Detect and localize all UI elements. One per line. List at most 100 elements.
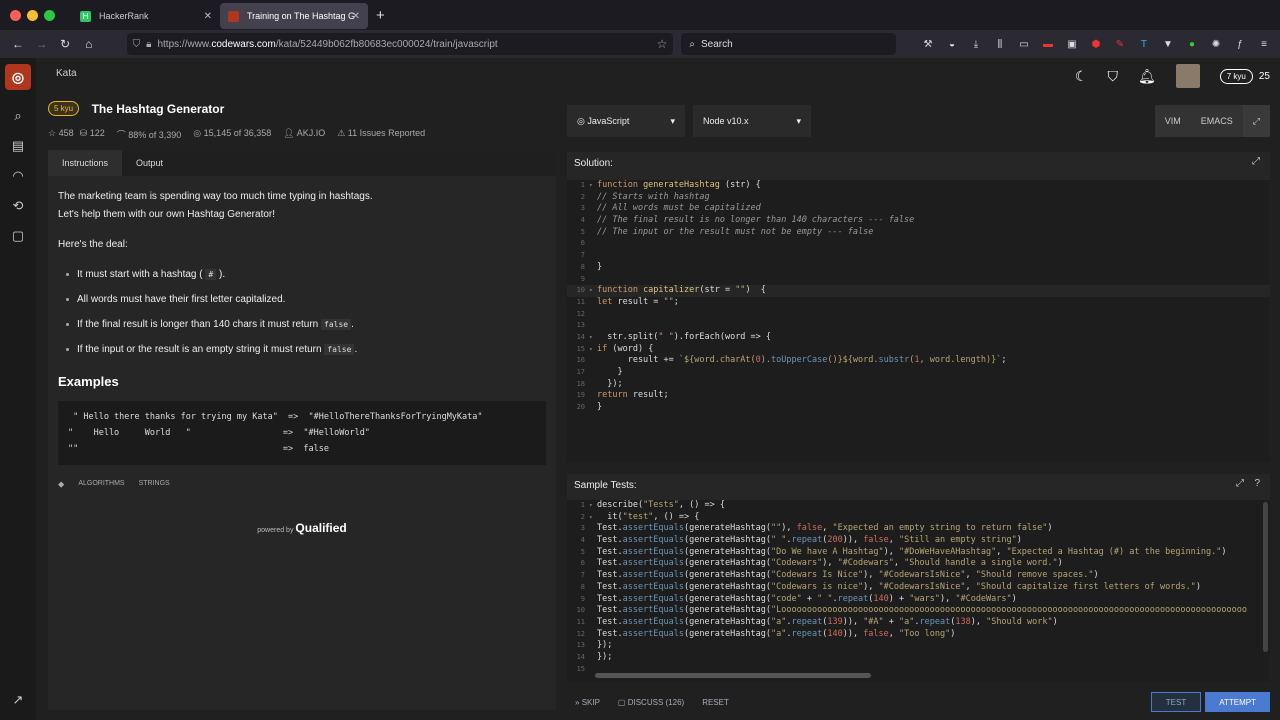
url-bar[interactable]: ⛉ 🔒︎ https://www.codewars.com/kata/52449… [126, 33, 674, 55]
extension-box-icon[interactable]: ▣ [1064, 39, 1080, 50]
tab-hackerrank[interactable]: H HackerRank ✕ [72, 3, 220, 29]
extension-fn-icon[interactable]: ƒ [1232, 39, 1248, 50]
lock-icon: 🔒︎ [146, 38, 152, 50]
back-icon[interactable]: ← [8, 34, 28, 54]
emacs-button[interactable]: EMACS [1191, 105, 1243, 137]
tab-bar: H HackerRank ✕ Training on The Hashtag G… [0, 0, 1280, 30]
maximize-window-button[interactable] [44, 9, 55, 21]
download-icon[interactable]: ⤓ [968, 39, 984, 50]
intro-text: The marketing team is spending way too m… [58, 191, 373, 220]
tab-output[interactable]: Output [122, 150, 177, 176]
extension-v-icon[interactable]: ▼ [1160, 39, 1176, 50]
tag-icon: ⬥ [58, 479, 65, 489]
rules-list: It must start with a hashtag ( # ). All … [58, 266, 546, 359]
browser-toolbar: ⚒ ◒ ⤓ ⫼ ▭ ▬ ▣ ⬢ ✎ T ▼ ● ✺ ƒ ≡ [920, 39, 1272, 50]
kyu-badge: 5 kyu [48, 101, 80, 117]
expand-icon[interactable]: ⤢ [1252, 156, 1260, 167]
runtime-select[interactable]: Node v10.x ▾ [693, 105, 811, 137]
tests-editor[interactable]: 1 ▾ describe("Tests", () => { 2 ▾ it("test"… [567, 500, 1270, 682]
chat-icon[interactable]: ▢ [8, 228, 28, 244]
home-icon[interactable]: ⌂ [79, 34, 99, 54]
menu-icon[interactable]: ≡ [1256, 39, 1272, 50]
app-topbar: Kata ☾ ⛉ 🔔︎ 7 kyu 25 [36, 58, 1280, 90]
kata-header: 5 kyu The Hashtag Generator ☆ 458 ⛁ 122 … [48, 100, 558, 141]
solution-panel: Solution: ⤢ 1 ▾ function generateHashtag (… [567, 152, 1270, 462]
search-input[interactable]: ⌕ Search [681, 33, 896, 55]
close-tab-icon[interactable]: ✕ [352, 11, 360, 22]
editor-selectors: ◎ JavaScript ▾ Node v10.x ▾ [567, 105, 811, 137]
topbar-actions: ☾ ⛉ 🔔︎ 7 kyu 25 [1075, 64, 1270, 88]
practice-icon[interactable]: ⟲ [8, 198, 28, 214]
reset-button[interactable]: RESET [702, 698, 729, 707]
tag-algorithms[interactable]: ALGORITHMS [78, 475, 124, 493]
skip-icon: » [575, 697, 580, 707]
examples-code: " Hello there thanks for trying my Kata"… [58, 401, 546, 465]
issues-stat[interactable]: ⚠ 11 Issues Reported [337, 128, 425, 141]
solution-editor[interactable]: 1 ▾ function generateHashtag (str) { 2 // … [567, 180, 1270, 462]
codewars-logo-icon[interactable]: ◎ [5, 64, 31, 90]
author-stat[interactable]: 👤︎ AKJ.IO [283, 128, 325, 141]
close-window-button[interactable] [10, 9, 21, 21]
extension-red-icon[interactable]: ▬ [1040, 39, 1056, 50]
sidebar-toggle-icon[interactable]: ▭ [1016, 39, 1032, 50]
honor-count: 25 [1258, 70, 1270, 82]
chevron-down-icon: ▾ [796, 115, 801, 126]
feed-icon[interactable]: ◠ [8, 168, 28, 184]
extension-green-icon[interactable]: ● [1184, 39, 1200, 50]
adblock-icon[interactable]: ⬢ [1088, 39, 1104, 50]
extension-t-icon[interactable]: T [1136, 39, 1152, 50]
satisfaction-stat: ⌒ 88% of 3,390 [116, 130, 182, 140]
horizontal-scrollbar[interactable] [595, 673, 871, 678]
breadcrumb[interactable]: Kata [56, 68, 77, 79]
window-controls [0, 9, 72, 21]
reload-icon[interactable]: ↻ [55, 34, 75, 54]
solution-label: Solution: [574, 158, 613, 169]
tab-instructions[interactable]: Instructions [48, 150, 123, 176]
minimize-window-button[interactable] [27, 9, 38, 21]
skip-button[interactable]: » SKIP [575, 698, 600, 707]
new-tab-icon[interactable]: + [376, 7, 385, 24]
forward-icon[interactable]: → [32, 34, 52, 54]
stars-stat[interactable]: ☆ 458 [48, 128, 74, 141]
language-select[interactable]: ◎ JavaScript ▾ [567, 105, 685, 137]
extension-gear-icon[interactable]: ✺ [1208, 39, 1224, 50]
moon-icon[interactable]: ☾ [1075, 68, 1088, 85]
book-icon[interactable]: ▤ [8, 138, 28, 154]
tag-strings[interactable]: STRINGS [139, 475, 170, 493]
attempt-button[interactable]: ATTEMPT [1205, 692, 1270, 712]
bell-icon[interactable]: 🔔︎ [1138, 68, 1156, 85]
vertical-scrollbar[interactable] [1263, 502, 1268, 652]
hackerrank-favicon-icon: H [80, 10, 91, 22]
sample-tests-panel: Sample Tests: ⤢ ? 1 ▾ describe("Tests", ()… [567, 474, 1270, 682]
chevron-down-icon: ▾ [670, 115, 675, 126]
trend-icon[interactable]: ↗ [8, 692, 28, 708]
avatar[interactable] [1175, 64, 1200, 88]
fullscreen-icon[interactable]: ⤢ [1242, 105, 1270, 137]
tab-codewars[interactable]: Training on The Hashtag Genera ✕ [220, 3, 368, 29]
app-sidebar: ◎ ⌕ ▤ ◠ ⟲ ▢ ↗ [0, 58, 36, 720]
list-item: It must start with a hashtag ( # ). [66, 266, 546, 284]
search-icon[interactable]: ⌕ [8, 108, 28, 124]
tab-label: Training on The Hashtag Genera [247, 11, 355, 21]
star-icon: ☆ [48, 128, 57, 138]
bookmark-star-icon[interactable]: ☆ [657, 37, 668, 51]
solution-header: Solution: ⤢ [567, 152, 1270, 174]
help-icon[interactable]: ? [1254, 478, 1260, 489]
wrench-icon[interactable]: ⚒ [920, 39, 936, 50]
list-item: If the final result is longer than 140 c… [66, 316, 546, 334]
powered-by: powered by Qualified [257, 521, 347, 535]
list-item: If the input or the result is an empty s… [66, 341, 546, 359]
completed-stat: ◎ 15,145 of 36,358 [193, 128, 272, 138]
rank-badge[interactable]: 7 kyu [1219, 68, 1253, 84]
bookmark-icon[interactable]: ⛉ [1107, 68, 1118, 85]
url-text: https://www.codewars.com/kata/52449b062f… [157, 38, 498, 50]
examples-heading: Examples [58, 374, 119, 389]
library-icon[interactable]: ⫼ [992, 39, 1008, 50]
expand-icon[interactable]: ⤢ [1236, 478, 1244, 489]
discuss-button[interactable]: ▢ DISCUSS (126) [618, 698, 684, 707]
pocket-icon[interactable]: ◒ [944, 39, 960, 50]
vim-button[interactable]: VIM [1155, 105, 1191, 137]
close-tab-icon[interactable]: ✕ [204, 11, 212, 22]
extension-pen-icon[interactable]: ✎ [1112, 39, 1128, 50]
test-button[interactable]: TEST [1150, 692, 1202, 712]
